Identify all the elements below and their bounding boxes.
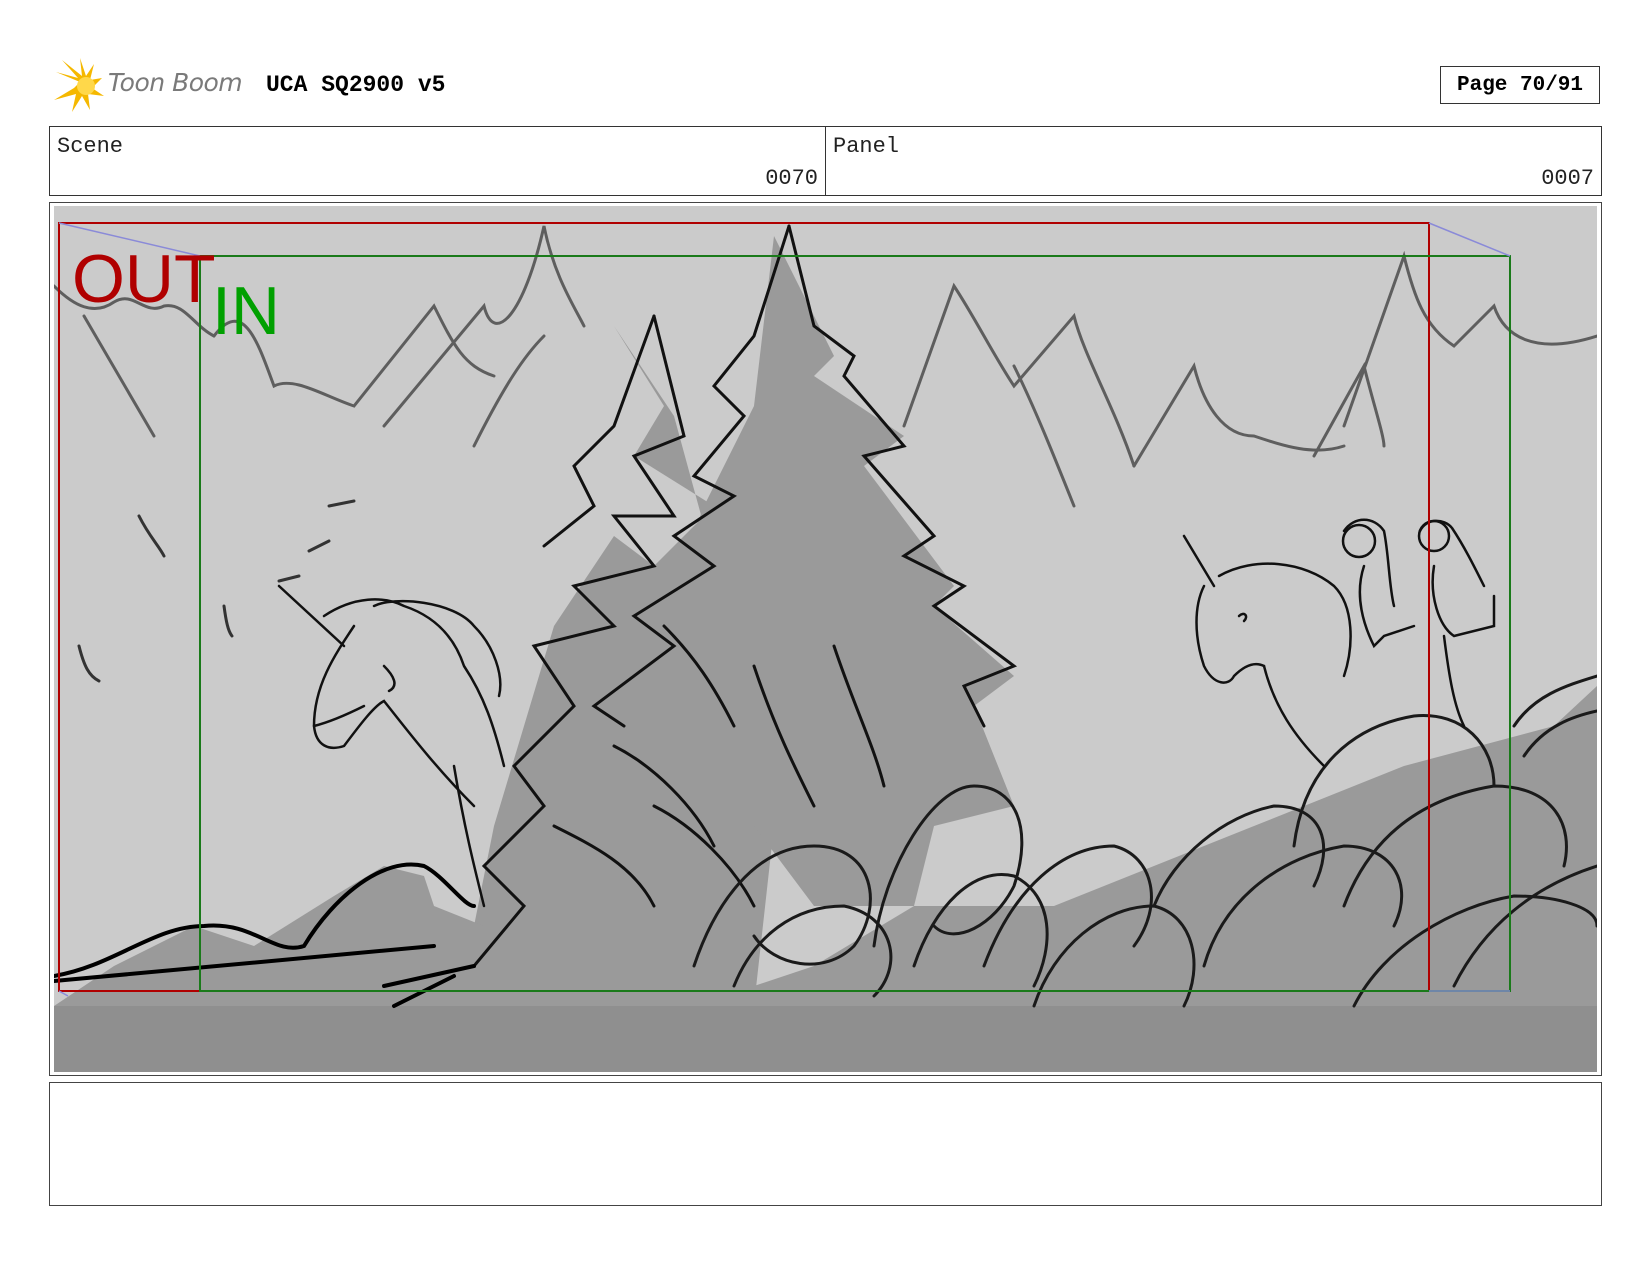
- panel-label: Panel: [833, 134, 900, 159]
- logo-wordmark: Toon Boom: [108, 68, 243, 97]
- out-frame-label: OUT: [72, 241, 216, 317]
- page-number: Page 70/91: [1440, 66, 1600, 104]
- storyboard-drawing: OUT IN: [54, 206, 1597, 1072]
- scene-label: Scene: [57, 134, 124, 159]
- panel-number: 0007: [1541, 166, 1594, 191]
- panel-notes-box: [49, 1082, 1602, 1206]
- panel-cell: Panel 0007: [825, 127, 1601, 195]
- document-title: UCA SQ2900 v5: [266, 72, 446, 98]
- scene-number: 0070: [765, 166, 818, 191]
- scene-panel-row: Scene 0070 Panel 0007: [49, 126, 1602, 196]
- scene-cell: Scene 0070: [50, 127, 825, 195]
- in-frame-label: IN: [212, 273, 280, 349]
